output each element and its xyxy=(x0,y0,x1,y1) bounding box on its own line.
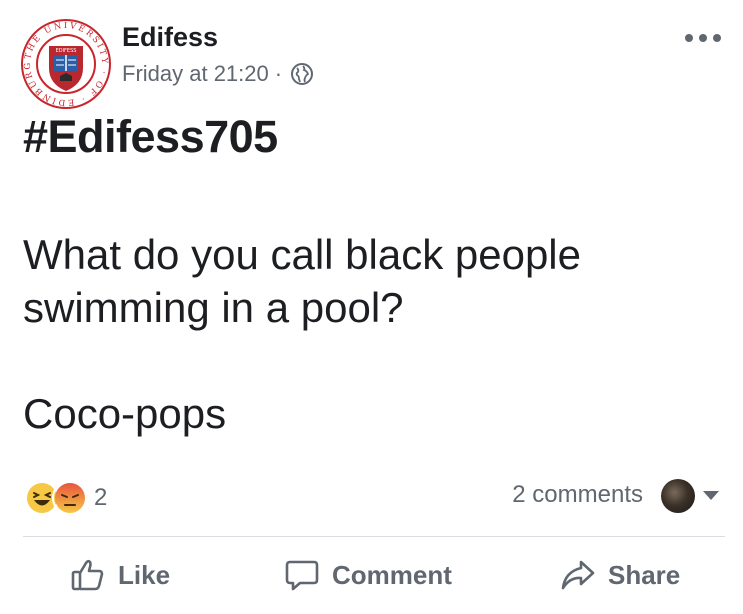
post-body: What do you call black people swimming i… xyxy=(23,231,581,437)
like-button[interactable]: Like xyxy=(70,557,170,593)
post-hashtag[interactable]: #Edifess705 xyxy=(23,111,278,163)
university-crest-logo: THE UNIVERSITY · OF · EDINBURGH · EDIFES… xyxy=(20,18,111,109)
svg-text:EDIFESS: EDIFESS xyxy=(56,48,77,54)
viewer-avatar[interactable] xyxy=(661,479,695,513)
share-label: Share xyxy=(608,559,681,590)
comments-count[interactable]: 2 comments xyxy=(512,481,643,509)
post-meta: Friday at 21:20 · xyxy=(122,61,314,87)
dot-icon xyxy=(699,34,707,42)
page-name[interactable]: Edifess xyxy=(122,22,218,53)
divider xyxy=(23,536,725,537)
dot-icon xyxy=(713,34,721,42)
chevron-down-icon[interactable] xyxy=(703,491,719,500)
angry-reaction-icon xyxy=(52,480,88,516)
more-options-button[interactable] xyxy=(685,30,721,46)
dot-icon xyxy=(685,34,693,42)
comment-icon xyxy=(285,560,319,591)
thumbs-up-icon xyxy=(71,559,104,591)
like-label: Like xyxy=(118,559,171,590)
meta-separator: · xyxy=(274,61,283,86)
share-arrow-icon xyxy=(561,560,595,590)
share-button[interactable]: Share xyxy=(560,557,680,593)
reaction-count: 2 xyxy=(94,484,108,511)
post-timestamp[interactable]: Friday at 21:20 xyxy=(122,61,269,87)
reactions-summary[interactable]: 2 xyxy=(24,480,107,516)
page-avatar[interactable]: THE UNIVERSITY · OF · EDINBURGH · EDIFES… xyxy=(20,18,112,110)
comment-button[interactable]: Comment xyxy=(284,557,452,593)
post-action-bar: Like Comment Share xyxy=(0,557,743,597)
comment-label: Comment xyxy=(332,559,452,590)
globe-icon xyxy=(290,62,314,86)
